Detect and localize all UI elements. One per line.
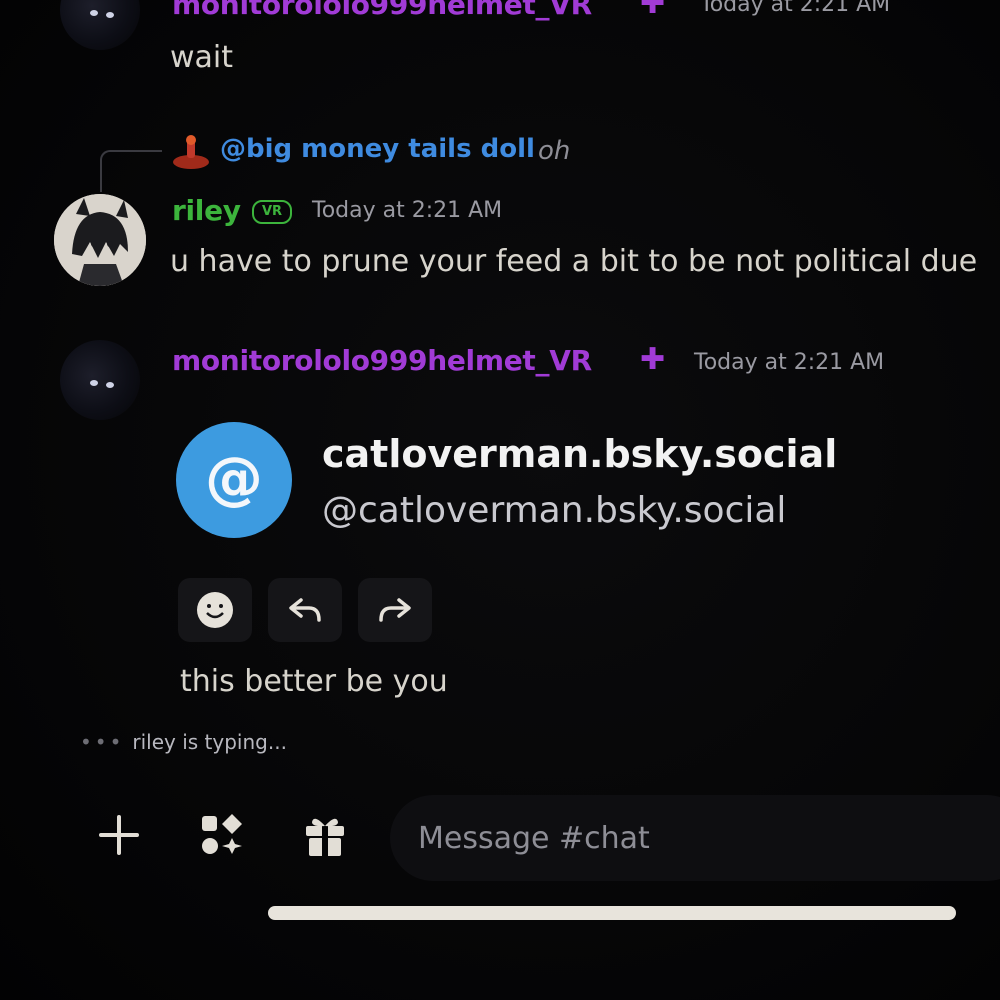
gift-icon <box>306 818 344 856</box>
message-text: u have to prune your feed a bit to be no… <box>170 244 978 279</box>
chat-screen: monitorololo999helmet_VR ✚ Today at 2:21… <box>0 0 1000 1000</box>
riley-avatar-art-icon <box>54 194 146 286</box>
message-text: wait <box>170 40 234 75</box>
gift-button[interactable] <box>290 800 360 870</box>
plus-badge-icon: ✚ <box>640 342 666 377</box>
reply-button[interactable] <box>268 578 342 642</box>
avatar-eye <box>106 382 114 388</box>
reply-arrow-icon <box>289 598 321 622</box>
embed-handle: @catloverman.bsky.social <box>322 490 787 531</box>
apps-icon <box>202 814 242 854</box>
forward-arrow-icon <box>379 598 411 622</box>
avatar-eye <box>106 12 114 18</box>
message-input-placeholder: Message #chat <box>418 821 650 856</box>
plus-badge-icon: ✚ <box>640 0 666 21</box>
embed-title[interactable]: catloverman.bsky.social <box>322 432 837 476</box>
message-username[interactable]: monitorololo999helmet_VR <box>172 0 592 21</box>
add-reaction-button[interactable] <box>178 578 252 642</box>
bluesky-handle-icon[interactable]: @ <box>176 422 292 538</box>
user-avatar[interactable] <box>60 340 140 420</box>
message-timestamp: Today at 2:21 AM <box>694 350 885 375</box>
message-text: this better be you <box>180 664 448 699</box>
user-avatar[interactable] <box>60 0 140 50</box>
reply-connector <box>100 150 162 192</box>
typing-dots: ••• <box>80 730 125 754</box>
attach-button[interactable] <box>84 800 154 870</box>
riley-avatar[interactable] <box>54 194 146 286</box>
forward-button[interactable] <box>358 578 432 642</box>
message-timestamp: Today at 2:21 AM <box>312 198 503 223</box>
apps-button[interactable] <box>186 800 256 870</box>
typing-text: riley is typing... <box>132 730 287 754</box>
emoji-icon <box>197 592 233 628</box>
home-indicator[interactable] <box>268 906 956 920</box>
avatar-eye <box>90 380 98 386</box>
plus-icon <box>99 815 139 855</box>
message-timestamp: Today at 2:21 AM <box>700 0 891 17</box>
reply-mention[interactable]: @big money tails doll <box>220 134 535 164</box>
vr-badge: VR <box>252 200 292 224</box>
message-input[interactable]: Message #chat <box>390 795 1000 881</box>
message-username[interactable]: riley <box>172 194 241 227</box>
reply-user-avatar-icon <box>173 135 209 169</box>
typing-indicator: ••• riley is typing... <box>80 730 287 754</box>
avatar-eye <box>90 10 98 16</box>
reply-preview[interactable]: oh <box>538 136 570 166</box>
message-username[interactable]: monitorololo999helmet_VR <box>172 344 592 377</box>
